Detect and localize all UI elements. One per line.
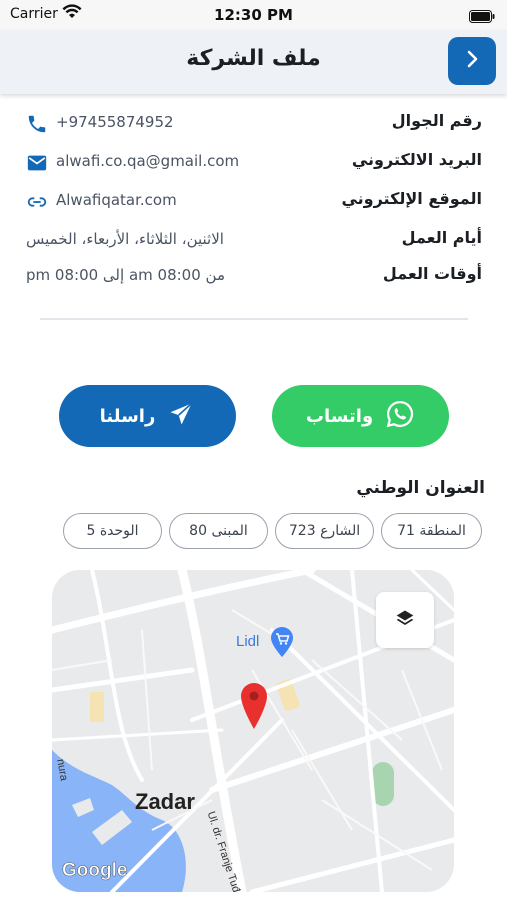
phone-label: رقم الجوال (391, 111, 482, 130)
chevron-right-icon (462, 49, 482, 73)
map-layers-button[interactable] (376, 592, 434, 648)
send-icon (167, 400, 195, 433)
phone-value[interactable]: +97455874952 (56, 113, 174, 131)
email-label: البريد الالكتروني (351, 150, 482, 169)
layers-icon (395, 608, 415, 632)
website-value[interactable]: Alwafiqatar.com (56, 191, 177, 209)
page-title: ملف الشركة (186, 46, 321, 71)
work-days-label: أيام العمل (401, 228, 482, 247)
chip-building: المبنى 80 (169, 513, 268, 549)
chip-street: الشارع 723 (275, 513, 374, 549)
work-hours-label: أوقات العمل (382, 264, 482, 283)
status-bar: Carrier 12:30 PM (0, 0, 507, 30)
chip-zone: المنطقة 71 (381, 513, 482, 549)
work-hours-row: من 08:00 am إلى 08:00 pm أوقات العمل (26, 264, 482, 290)
phone-row: +97455874952 رقم الجوال (26, 111, 482, 137)
clock: 12:30 PM (214, 6, 293, 24)
contact-label: راسلنا (99, 405, 156, 427)
shopping-cart-icon[interactable] (271, 627, 293, 661)
email-value[interactable]: alwafi.co.qa@gmail.com (56, 152, 239, 170)
link-icon (26, 191, 48, 213)
battery-icon (469, 8, 495, 27)
contact-us-button[interactable]: راسلنا (59, 385, 236, 447)
work-days-row: الاثنين، الثلاثاء، الأربعاء، الخميس أيام… (26, 228, 482, 254)
email-row: alwafi.co.qa@gmail.com البريد الالكتروني (26, 150, 482, 176)
national-address-title: العنوان الوطني (356, 478, 485, 498)
website-label: الموقع الإلكتروني (341, 189, 482, 208)
city-label: Zadar (135, 789, 195, 814)
email-icon (26, 152, 48, 174)
work-hours-value: من 08:00 am إلى 08:00 pm (26, 266, 225, 284)
back-button[interactable] (448, 37, 496, 85)
google-logo: Google (62, 860, 128, 882)
chip-unit: الوحدة 5 (63, 513, 162, 549)
whatsapp-button[interactable]: واتساب (272, 385, 449, 447)
website-row: Alwafiqatar.com الموقع الإلكتروني (26, 189, 482, 215)
map-view[interactable]: Lidl Zadar Ul. dr. Franje Tuđmana nura G… (52, 570, 454, 892)
app-header: ملف الشركة (0, 30, 507, 94)
divider (40, 318, 468, 320)
lidl-label: Lidl (236, 633, 260, 650)
whatsapp-label: واتساب (305, 405, 374, 427)
work-days-value: الاثنين، الثلاثاء، الأربعاء، الخميس (26, 230, 224, 248)
phone-icon (26, 113, 48, 135)
location-pin-icon[interactable] (241, 683, 267, 733)
whatsapp-icon (385, 399, 415, 434)
